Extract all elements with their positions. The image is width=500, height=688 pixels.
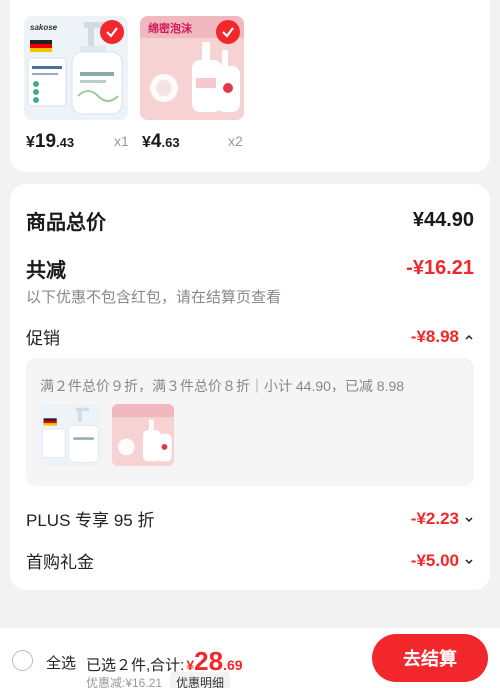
item-price: ¥19.43 xyxy=(26,131,75,152)
svg-text:sakose: sakose xyxy=(30,23,58,32)
item-quantity: x1 xyxy=(114,133,129,149)
promo-product-thumbnail xyxy=(40,404,102,466)
svg-text:绵密泡沫: 绵密泡沫 xyxy=(148,21,193,35)
goods-total-label: 商品总价 xyxy=(26,212,106,234)
lotion-bottle-image xyxy=(40,404,102,466)
discount-detail-button[interactable]: 优惠明细 xyxy=(170,672,231,688)
item-price: ¥4.63 xyxy=(142,131,180,152)
discount-amount-text: 优惠减:¥16.21 xyxy=(86,676,163,688)
discount-total-value: -¥16.21 xyxy=(406,257,474,279)
first-purchase-value: -¥5.00 xyxy=(411,551,474,571)
selected-check-icon xyxy=(216,20,240,44)
product-thumbnail-foam-soap[interactable]: 绵密泡沫 xyxy=(140,16,244,120)
plus-discount-value: -¥2.23 xyxy=(411,509,474,529)
selected-products-card: sakose 绵密泡沫 ¥19.43 x1 ¥4.63 x2 xyxy=(10,0,490,172)
promo-row[interactable]: 促销 -¥8.98 xyxy=(26,324,474,349)
goods-total-row: 商品总价 ¥44.90 xyxy=(26,206,474,235)
discount-total-label: 共减 xyxy=(26,260,66,282)
checkout-button[interactable]: 去结算 xyxy=(372,634,488,682)
select-all-label[interactable]: 全选 xyxy=(46,652,76,673)
foam-bottle-image xyxy=(112,404,174,466)
chevron-down-icon xyxy=(465,516,473,522)
goods-total-value: ¥44.90 xyxy=(412,209,474,231)
discount-summary: 优惠减:¥16.21 优惠明细 xyxy=(86,672,231,688)
chevron-down-icon xyxy=(465,558,473,564)
product-thumbnail-sakose-lotion[interactable]: sakose xyxy=(24,16,128,120)
first-purchase-row[interactable]: 首购礼金 -¥5.00 xyxy=(26,548,474,573)
promo-label: 促销 xyxy=(26,329,60,348)
checkout-bar: 全选 已选２件,合计: ¥28.69 优惠减:¥16.21 优惠明细 去结算 xyxy=(0,628,500,688)
discount-total-row: 共减 -¥16.21 xyxy=(26,254,474,283)
discount-note: 以下优惠不包含红包，请在结算页查看 xyxy=(26,289,282,306)
item-quantity: x2 xyxy=(228,133,243,149)
promo-product-thumbnail xyxy=(112,404,174,466)
promo-value: -¥8.98 xyxy=(411,327,474,347)
promo-detail-box: 满２件总价９折，满３件总价８折｜小计 44.90，已减 8.98 xyxy=(26,358,474,486)
select-all-radio[interactable] xyxy=(12,650,33,671)
plus-discount-label: PLUS 专享 95 折 xyxy=(26,511,155,530)
promo-detail-text: 满２件总价９折，满３件总价８折｜小计 44.90，已减 8.98 xyxy=(40,378,405,394)
first-purchase-label: 首购礼金 xyxy=(26,553,94,572)
plus-discount-row[interactable]: PLUS 专享 95 折 -¥2.23 xyxy=(26,506,474,531)
selected-check-icon xyxy=(100,20,124,44)
chevron-up-icon xyxy=(465,334,473,340)
price-summary-card: 商品总价 ¥44.90 共减 -¥16.21 以下优惠不包含红包，请在结算页查看… xyxy=(10,184,490,590)
